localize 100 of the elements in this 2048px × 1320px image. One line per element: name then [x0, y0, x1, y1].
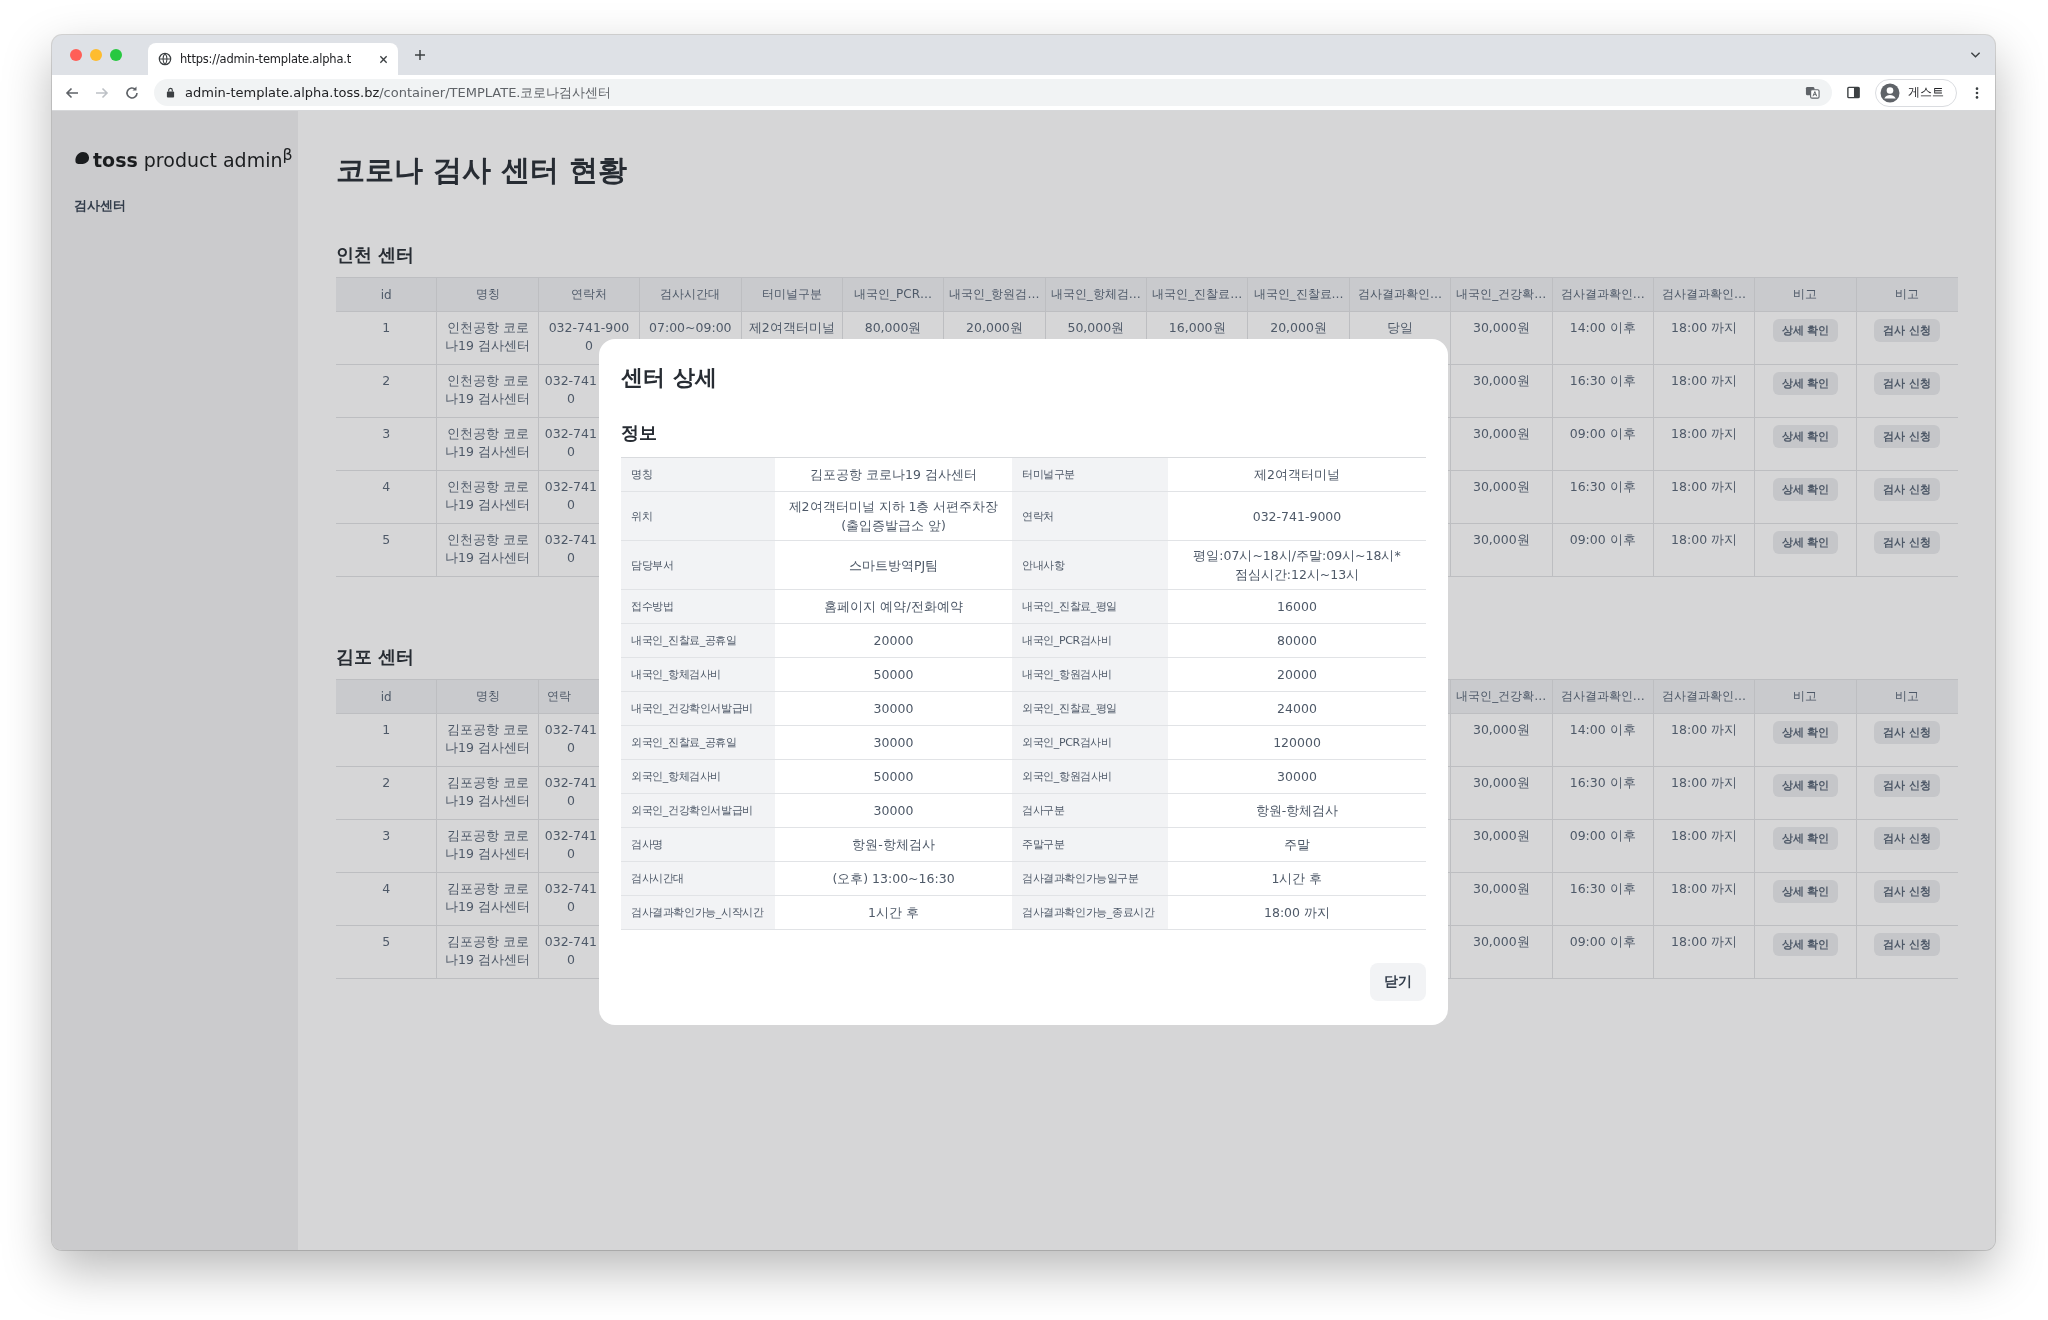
field-label: 검사시간대	[621, 862, 775, 895]
field-value: (오후) 13:00~16:30	[831, 870, 956, 888]
detail-button[interactable]: 상세 확인	[1772, 531, 1839, 554]
apply-button[interactable]: 검사 신청	[1874, 425, 1941, 448]
table-cell: 14:00 이후	[1569, 319, 1636, 337]
table-cell: 30,000원	[1472, 478, 1530, 496]
logo-text: toss product admin$^{β}$	[93, 145, 293, 172]
table-cell: 032-741 0	[544, 774, 597, 810]
field-label: 내국인_항원검사비	[1012, 658, 1168, 691]
table-cell: 30,000원	[1472, 721, 1530, 739]
table-cell-text: 인천공항 코로나19 검사센터	[444, 531, 531, 567]
table-cell: 50,000원	[1067, 319, 1125, 337]
apply-button[interactable]: 검사 신청	[1874, 827, 1941, 850]
table-cell-text: 김포공항 코로나19 검사센터	[444, 721, 531, 757]
field-label: 검사결과확인가능_시작시간	[621, 896, 775, 929]
field-value: 평일:07시~18시/주말:09시~18시* 점심시간:12시~13시	[1192, 547, 1402, 584]
field-value: 18:00 까지	[1263, 904, 1331, 922]
column-header: 비고	[1793, 286, 1818, 303]
table-cell: 09:00 이후	[1569, 827, 1636, 845]
table-cell: 5	[382, 933, 391, 951]
apply-button[interactable]: 검사 신청	[1874, 721, 1941, 744]
table-cell: 18:00 까지	[1671, 478, 1738, 496]
kebab-menu-icon[interactable]	[1975, 85, 1979, 100]
field-label: 연락처	[1012, 492, 1168, 540]
address-field[interactable]: admin-template.alpha.toss.bz/container/TEMPLATE.코로나검사센터	[154, 79, 1832, 106]
apply-button[interactable]: 검사 신청	[1874, 933, 1941, 956]
column-header: 검사결과확인…	[1560, 688, 1645, 705]
field-value: 120000	[1272, 734, 1322, 752]
field-value: 16000	[1276, 598, 1318, 616]
translate-icon[interactable]	[1805, 85, 1820, 100]
table-cell-text: 032-741-9000	[547, 319, 631, 355]
apply-button[interactable]: 검사 신청	[1874, 531, 1941, 554]
table-cell-text: 인천공항 코로나19 검사센터	[444, 319, 531, 355]
detail-button[interactable]: 상세 확인	[1772, 425, 1839, 448]
field-value: 제2여객터미널	[1253, 466, 1341, 484]
field-label: 외국인_진찰료_평일	[1012, 692, 1168, 725]
side-panel-icon[interactable]	[1846, 85, 1861, 100]
field-label: 외국인_진찰료_공휴일	[621, 726, 775, 759]
table-cell: 3	[382, 827, 391, 845]
globe-icon	[158, 52, 172, 66]
field-label: 검사명	[621, 828, 775, 861]
detail-button[interactable]: 상세 확인	[1772, 827, 1839, 850]
apply-button[interactable]: 검사 신청	[1874, 880, 1941, 903]
lock-icon	[166, 87, 175, 98]
close-button[interactable]: 닫기	[1370, 963, 1426, 1001]
field-value: 30000	[872, 734, 915, 752]
apply-button[interactable]: 검사 신청	[1874, 478, 1941, 501]
table-cell: 20,000원	[1270, 319, 1327, 337]
field-value: 항원-항체검사	[1254, 802, 1340, 820]
column-header: 검사결과확인…	[1357, 286, 1442, 303]
table-cell: 032-741 0	[544, 425, 597, 461]
detail-button[interactable]: 상세 확인	[1772, 319, 1839, 342]
chevron-down-icon[interactable]	[1970, 51, 1981, 59]
detail-button[interactable]: 상세 확인	[1772, 372, 1839, 395]
table-cell: 16:30 이후	[1569, 880, 1636, 898]
table-cell: 07:00~09:00	[649, 319, 732, 337]
detail-button[interactable]: 상세 확인	[1772, 933, 1839, 956]
table-cell-text: 인천공항 코로나19 검사센터	[444, 372, 531, 408]
detail-button[interactable]: 상세 확인	[1772, 774, 1839, 797]
page-title: 코로나 검사 센터 현황	[336, 152, 629, 189]
column-header: 검사결과확인…	[1662, 688, 1747, 705]
table-cell: 09:00 이후	[1569, 425, 1636, 443]
reload-icon[interactable]	[124, 84, 140, 101]
table-cell-text: 김포공항 코로나19 검사센터	[444, 827, 531, 863]
field-value: 20000	[872, 632, 915, 650]
column-header: 내국인_항원검…	[949, 286, 1040, 303]
section-title: 인천 센터	[336, 243, 416, 267]
column-header: 비고	[1895, 286, 1920, 303]
column-header: id	[380, 287, 392, 302]
table-cell-text: 인천공항 코로나19 검사센터	[444, 478, 531, 514]
detail-button[interactable]: 상세 확인	[1772, 880, 1839, 903]
apply-button[interactable]: 검사 신청	[1874, 372, 1941, 395]
table-cell: 032-741 0	[544, 933, 597, 969]
table-cell: 18:00 까지	[1671, 531, 1738, 549]
field-value: 50000	[872, 666, 915, 684]
table-cell: 2	[382, 774, 391, 792]
table-cell: 18:00 까지	[1671, 721, 1738, 739]
column-header: 검사결과확인…	[1560, 286, 1645, 303]
column-header: 비고	[1895, 688, 1920, 705]
table-cell: 09:00 이후	[1569, 933, 1636, 951]
table-cell: 제2여객터미널	[748, 319, 835, 337]
apply-button[interactable]: 검사 신청	[1874, 774, 1941, 797]
close-icon[interactable]	[379, 54, 388, 64]
column-header: 연락처	[570, 286, 607, 303]
table-cell: 032-741 0	[544, 372, 597, 408]
detail-button[interactable]: 상세 확인	[1772, 478, 1839, 501]
column-header: 내국인_건강확…	[1456, 286, 1547, 303]
browser-tab[interactable]: https://admin-template.alpha.t	[148, 43, 398, 75]
new-tab-icon[interactable]	[414, 49, 426, 61]
logo-icon	[74, 151, 90, 166]
column-header: 검사시간대	[660, 286, 721, 303]
section-title: 김포 센터	[336, 645, 416, 669]
apply-button[interactable]: 검사 신청	[1874, 319, 1941, 342]
sidebar-item[interactable]: 검사센터	[74, 197, 276, 216]
table-cell: 16:30 이후	[1569, 478, 1636, 496]
field-label: 검사결과확인가능_종료시간	[1012, 896, 1168, 929]
table-cell: 3	[382, 425, 391, 443]
detail-button[interactable]: 상세 확인	[1772, 721, 1839, 744]
field-value: 50000	[872, 768, 915, 786]
field-value: 30000	[1276, 768, 1318, 786]
